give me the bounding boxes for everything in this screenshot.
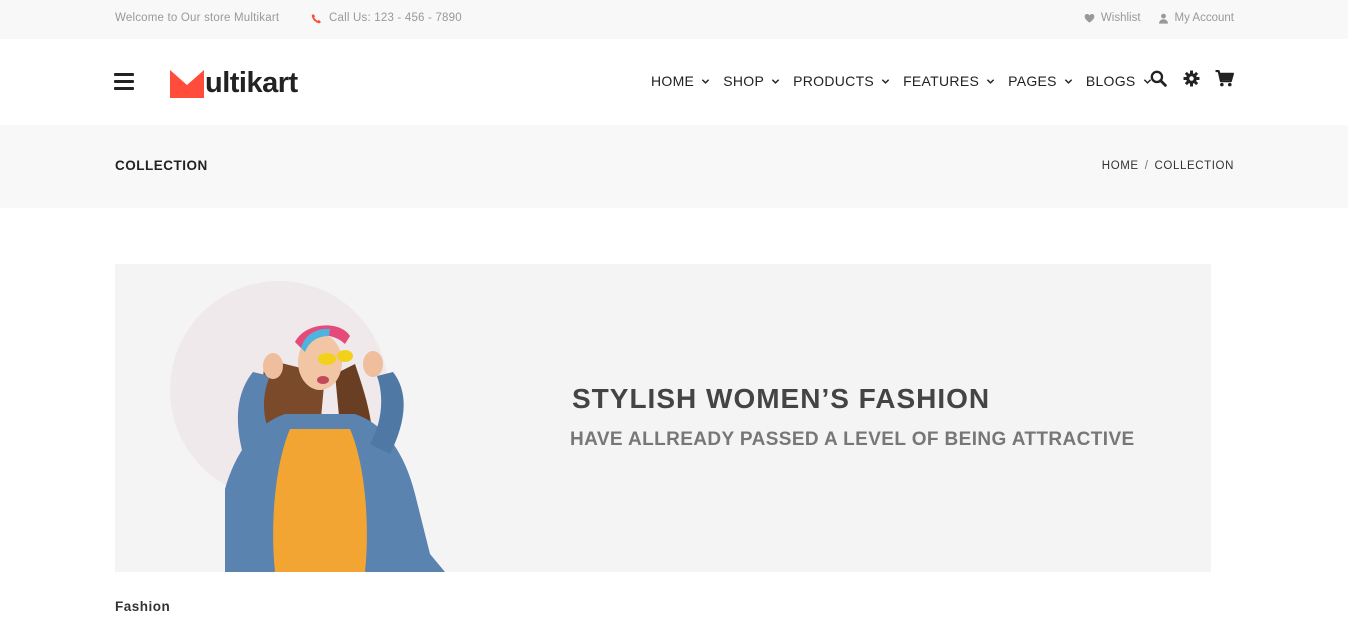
main-nav: HOME SHOP PRODUCTS FEATURES PAGES BLOGS (651, 73, 1152, 89)
nav-pages[interactable]: PAGES (1008, 73, 1073, 89)
nav-label: FEATURES (903, 73, 980, 89)
call-us: Call Us: 123 - 456 - 7890 (311, 12, 462, 24)
my-account-link[interactable]: My Account (1158, 12, 1234, 24)
phone-icon (311, 13, 321, 23)
settings-button[interactable] (1183, 70, 1200, 92)
menu-toggle-icon[interactable] (114, 73, 134, 90)
user-icon (1158, 13, 1168, 24)
breadcrumb-home[interactable]: HOME (1102, 160, 1139, 172)
account-label: My Account (1174, 12, 1234, 24)
search-button[interactable] (1150, 70, 1167, 92)
heart-icon (1084, 13, 1095, 23)
nav-blogs[interactable]: BLOGS (1086, 73, 1152, 89)
cart-button[interactable] (1215, 70, 1234, 92)
nav-label: PRODUCTS (793, 73, 875, 89)
nav-label: HOME (651, 73, 695, 89)
chevron-down-icon (881, 78, 890, 84)
search-icon (1150, 70, 1167, 87)
section-heading: Fashion (115, 599, 171, 614)
main-header: ultikart HOME SHOP PRODUCTS FEATURES PAG… (0, 39, 1348, 125)
nav-label: BLOGS (1085, 73, 1136, 89)
collection-banner[interactable]: STYLISH WOMEN’S FASHION HAVE ALLREADY PA… (115, 264, 1211, 572)
top-bar: Welcome to Our store Multikart Call Us: … (0, 0, 1348, 39)
logo-text: ultikart (205, 67, 298, 99)
chevron-down-icon (702, 78, 710, 84)
breadcrumb-separator: / (1144, 160, 1149, 172)
banner-model-image (225, 325, 445, 572)
breadcrumb-section: COLLECTION HOME / COLLECTION (0, 125, 1348, 208)
banner-subline: HAVE ALLREADY PASSED A LEVEL OF BEING AT… (570, 429, 1135, 450)
chevron-down-icon (1064, 78, 1072, 84)
nav-shop[interactable]: SHOP (723, 73, 780, 89)
breadcrumb-current: COLLECTION (1154, 160, 1234, 172)
nav-label: PAGES (1008, 73, 1057, 89)
top-links: Wishlist My Account (1084, 12, 1234, 24)
cart-icon (1215, 70, 1234, 87)
nav-features[interactable]: FEATURES (903, 73, 995, 89)
nav-products[interactable]: PRODUCTS (793, 73, 890, 89)
banner-headline: STYLISH WOMEN’S FASHION (572, 383, 991, 414)
page-title: COLLECTION (115, 158, 208, 173)
nav-label: SHOP (723, 73, 765, 89)
chevron-down-icon (986, 78, 995, 84)
chevron-down-icon (771, 78, 780, 84)
welcome-text: Welcome to Our store Multikart (115, 12, 280, 24)
breadcrumb: HOME / COLLECTION (1102, 160, 1234, 172)
call-text: Call Us: 123 - 456 - 7890 (329, 12, 462, 24)
wishlist-label: Wishlist (1100, 12, 1141, 24)
nav-home[interactable]: HOME (651, 73, 710, 89)
logo[interactable]: ultikart (170, 65, 298, 100)
logo-m-mark (170, 69, 204, 98)
gear-icon (1183, 70, 1200, 87)
wishlist-link[interactable]: Wishlist (1084, 12, 1141, 24)
